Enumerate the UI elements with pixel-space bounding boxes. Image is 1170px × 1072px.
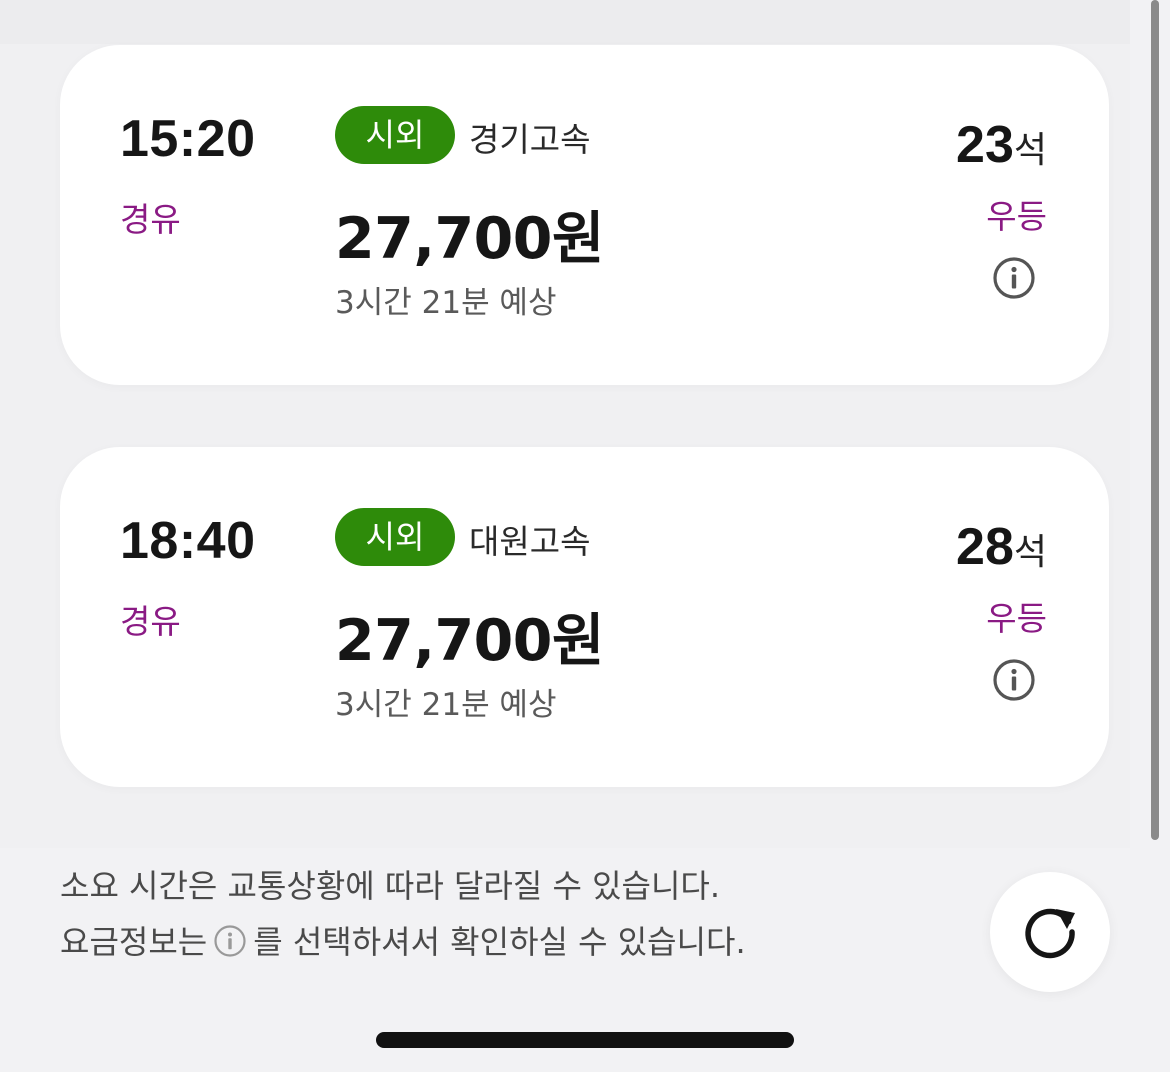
seat-count: 28 bbox=[956, 518, 1014, 576]
seat-unit: 석 bbox=[1013, 532, 1047, 573]
departure-time: 15:20 bbox=[120, 110, 256, 168]
notice-fare-prefix: 요금정보는 bbox=[60, 923, 208, 961]
bus-company: 경기고속 bbox=[469, 120, 591, 159]
bus-company: 대원고속 bbox=[469, 522, 591, 561]
list-top-strip bbox=[0, 0, 1130, 44]
bus-grade: 우등 bbox=[986, 599, 1047, 638]
bus-card[interactable]: 18:40 경유 시외 대원고속 27,700원 3시간 21분 예상 28석 … bbox=[60, 447, 1109, 787]
fare-info-icon[interactable] bbox=[992, 658, 1036, 702]
seat-count: 23 bbox=[956, 116, 1014, 174]
refresh-button[interactable] bbox=[990, 872, 1110, 992]
scrollbar[interactable] bbox=[1151, 0, 1159, 840]
bus-card[interactable]: 15:20 경유 시외 경기고속 27,700원 3시간 21분 예상 23석 … bbox=[60, 45, 1109, 385]
remaining-seats: 28석 bbox=[956, 517, 1047, 577]
bus-type-badge: 시외 bbox=[335, 106, 455, 164]
home-indicator bbox=[376, 1032, 794, 1048]
notice-text: 소요 시간은 교통상황에 따라 달라질 수 있습니다. 요금정보는 를 선택하셔… bbox=[60, 858, 746, 975]
remaining-seats: 23석 bbox=[956, 115, 1047, 175]
bus-list: 15:20 경유 시외 경기고속 27,700원 3시간 21분 예상 23석 … bbox=[0, 0, 1130, 848]
estimated-duration: 3시간 21분 예상 bbox=[335, 285, 557, 321]
departure-time: 18:40 bbox=[120, 512, 256, 570]
estimated-duration: 3시간 21분 예상 bbox=[335, 687, 557, 723]
notice-line-fare: 요금정보는 를 선택하셔서 확인하실 수 있습니다. bbox=[60, 914, 746, 975]
route-type: 경유 bbox=[120, 200, 181, 239]
route-type: 경유 bbox=[120, 602, 181, 641]
info-circle-icon bbox=[213, 919, 247, 975]
fare-price: 27,700원 bbox=[335, 608, 604, 674]
bus-grade: 우등 bbox=[986, 197, 1047, 236]
seat-unit: 석 bbox=[1013, 130, 1047, 171]
notice-fare-suffix: 를 선택하셔서 확인하실 수 있습니다. bbox=[253, 923, 746, 961]
fare-info-icon[interactable] bbox=[992, 256, 1036, 300]
refresh-icon bbox=[1025, 908, 1075, 959]
notice-line-duration: 소요 시간은 교통상황에 따라 달라질 수 있습니다. bbox=[60, 867, 721, 905]
bus-type-badge: 시외 bbox=[335, 508, 455, 566]
fare-price: 27,700원 bbox=[335, 206, 604, 272]
